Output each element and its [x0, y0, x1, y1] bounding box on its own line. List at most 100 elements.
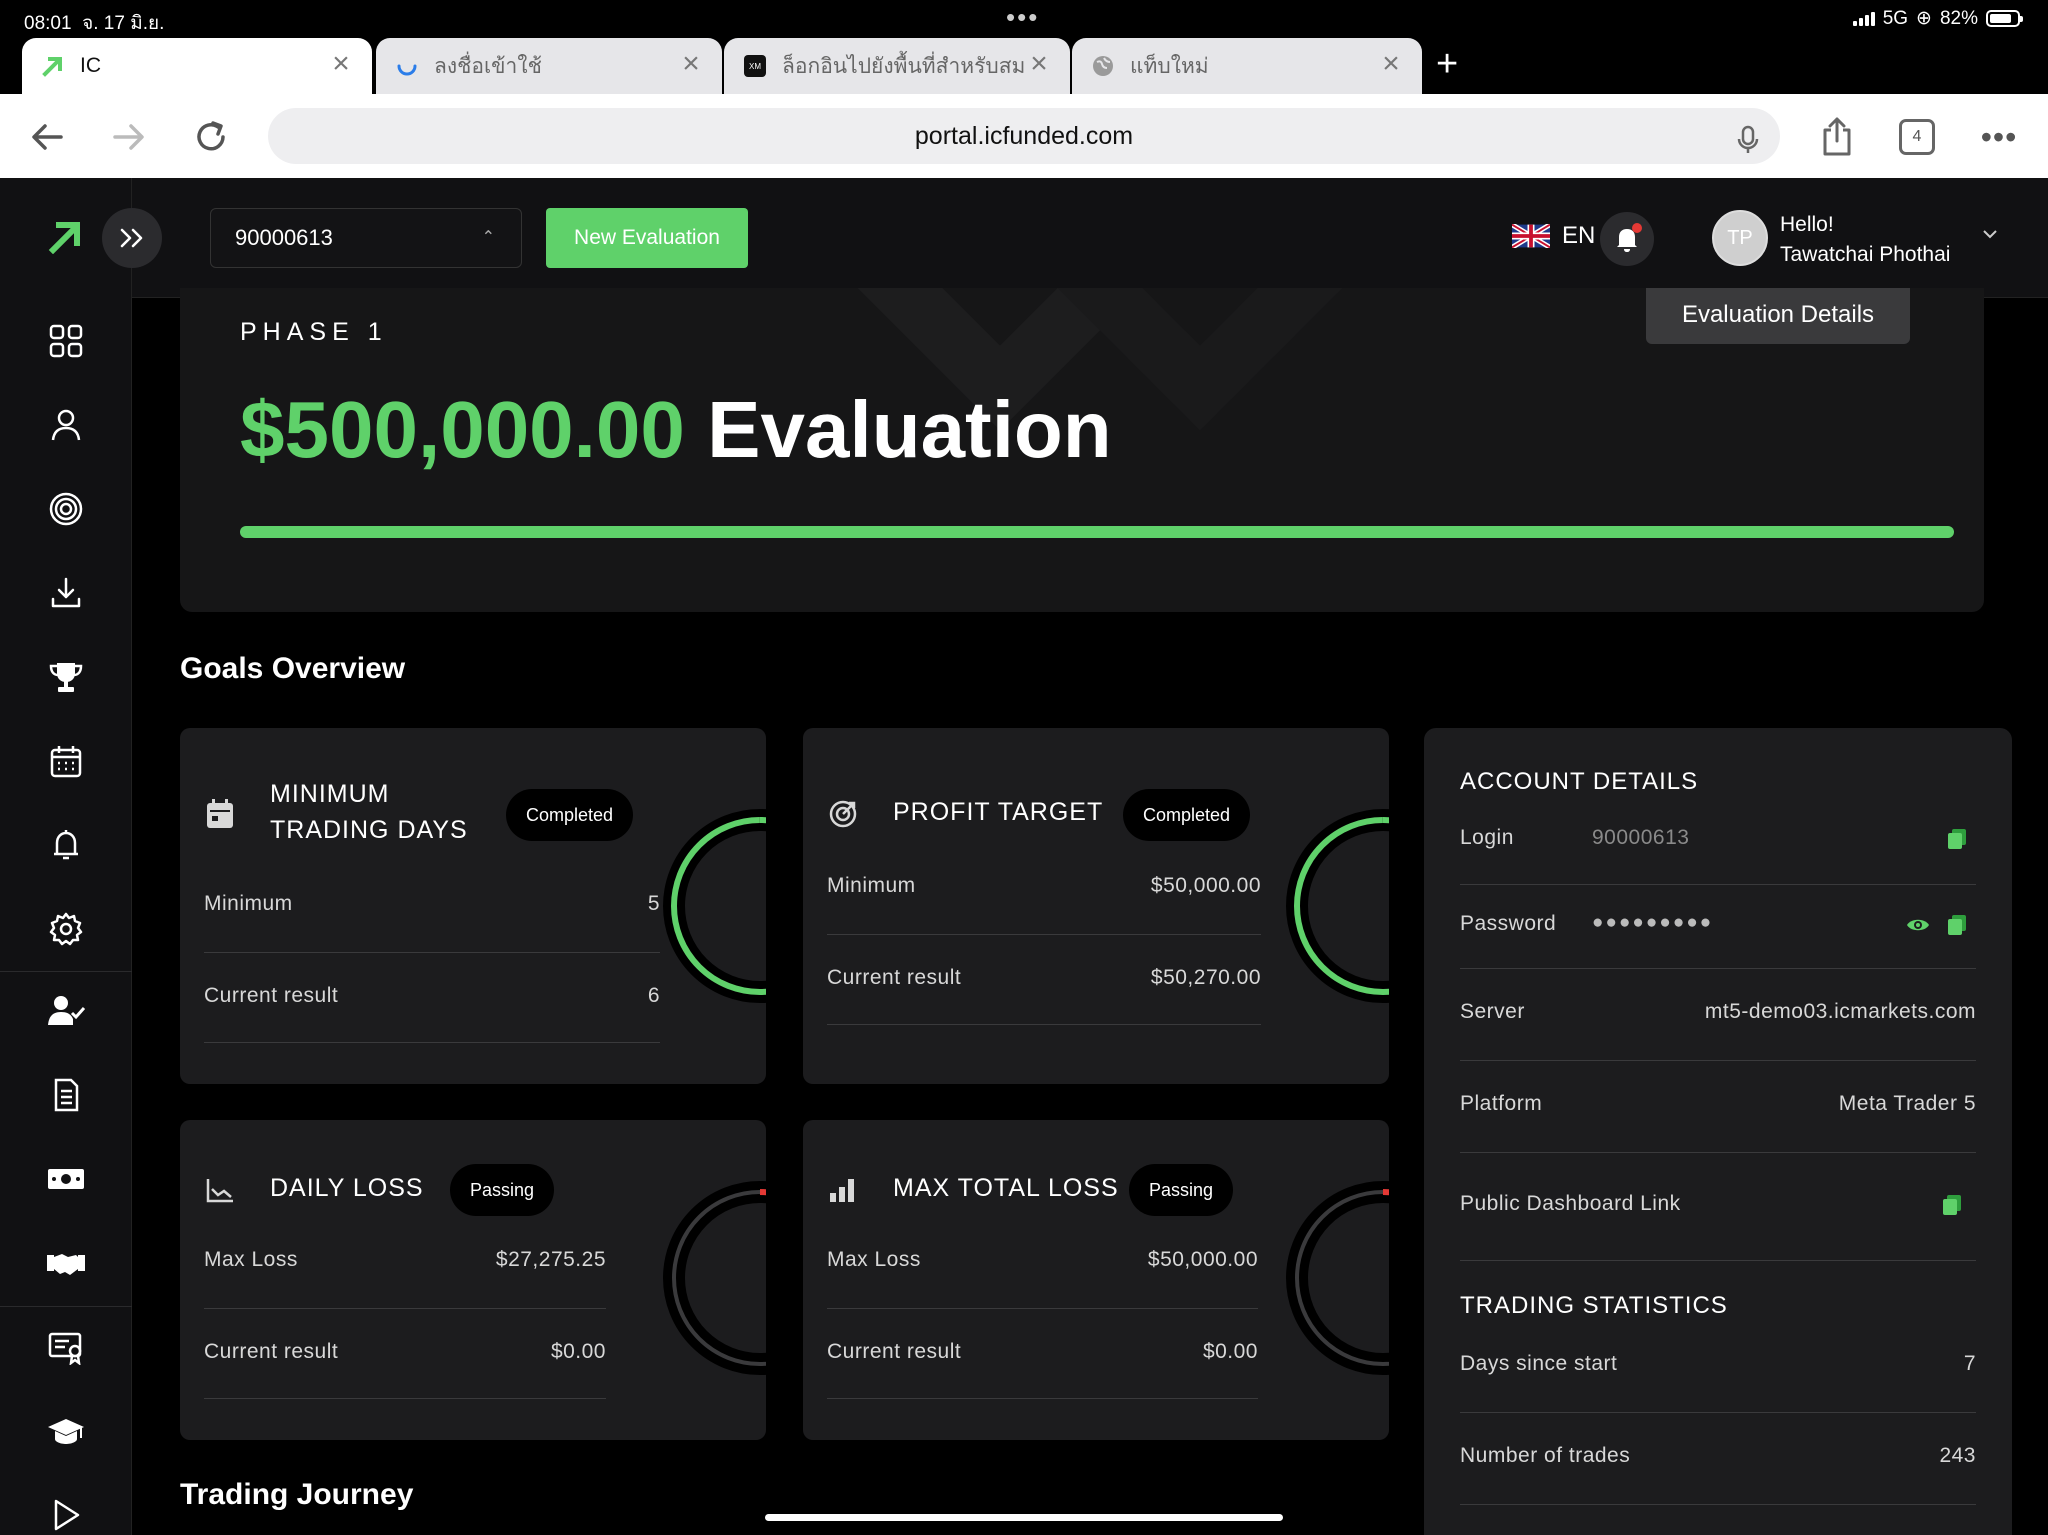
divider [204, 1398, 606, 1399]
notifications-button[interactable] [1600, 212, 1654, 266]
current-result-value: $50,270.00 [1150, 966, 1261, 989]
share-icon[interactable] [1812, 112, 1862, 162]
dashboard-icon[interactable] [45, 320, 87, 362]
status-badge: Passing [1129, 1164, 1234, 1216]
copy-icon[interactable] [1947, 914, 1967, 936]
battery-icon [1986, 10, 2023, 27]
network-type: 5G [1882, 7, 1909, 29]
divider [827, 1024, 1261, 1025]
card-title: MAX TOTAL LOSS [893, 1174, 1119, 1202]
browser-toolbar: portal.icfunded.com 4 ••• [0, 94, 2048, 178]
browser-tab[interactable]: XM ล็อกอินไปยังพื้นที่สำหรับสมา × [724, 38, 1070, 94]
calendar-icon[interactable] [45, 740, 87, 782]
divider [827, 1398, 1258, 1399]
new-evaluation-button[interactable]: New Evaluation [546, 208, 748, 268]
user-check-icon[interactable] [45, 990, 87, 1032]
more-options-icon[interactable]: ••• [1974, 112, 2024, 162]
line-chart-icon [204, 1174, 236, 1206]
browser-tab[interactable]: แท็บใหม่ × [1072, 38, 1422, 94]
new-tab-button[interactable]: + [1436, 44, 1458, 84]
sidebar-divider [0, 1306, 132, 1307]
language-selector[interactable]: EN [1512, 222, 1595, 250]
evaluation-title-suffix: Evaluation [707, 385, 1112, 474]
address-bar[interactable]: portal.icfunded.com [268, 108, 1780, 164]
download-icon[interactable] [45, 572, 87, 614]
daily-loss-card: DAILY LOSS Passing Max Loss $27,275.25 C… [180, 1120, 766, 1440]
bar-chart-icon [827, 1174, 859, 1206]
minimum-label: Minimum [827, 874, 916, 897]
browser-tab[interactable]: ลงชื่อเข้าใช้ × [376, 38, 722, 94]
server-value: mt5-demo03.icmarkets.com [1704, 1000, 1976, 1023]
gear-icon[interactable] [45, 908, 87, 950]
trophy-icon[interactable] [45, 656, 87, 698]
app-logo-icon[interactable] [48, 218, 84, 254]
platform-label: Platform [1460, 1092, 1543, 1115]
divider [1460, 1260, 1976, 1261]
close-tab-icon[interactable]: × [1378, 49, 1404, 79]
microphone-icon[interactable] [1732, 120, 1764, 153]
loss-gauge [1286, 1181, 1389, 1375]
divider [204, 1042, 660, 1043]
avatar[interactable]: TP [1712, 210, 1768, 266]
chevron-updown-icon: ⌃ [481, 229, 495, 246]
max-loss-value: $27,275.25 [495, 1248, 606, 1271]
tab-label: ล็อกอินไปยังพื้นที่สำหรับสมา [782, 54, 1026, 78]
sidebar-divider [0, 971, 132, 972]
close-tab-icon[interactable]: × [678, 49, 704, 79]
greeting-text: Hello! [1780, 213, 1834, 236]
reload-button[interactable] [186, 112, 236, 162]
eye-icon[interactable] [1906, 914, 1930, 936]
app: 90000613 ⌃ New Evaluation EN TP Hello! T… [0, 178, 2048, 1535]
copy-icon[interactable] [1942, 1194, 1962, 1216]
login-label: Login [1460, 826, 1514, 849]
password-value: ●●●●●●●●● [1592, 912, 1714, 933]
multitasking-dots-icon[interactable]: ••• [1006, 2, 1039, 33]
tab-label: แท็บใหม่ [1130, 54, 1209, 78]
bell-icon[interactable] [45, 824, 87, 866]
target-icon [827, 798, 859, 830]
graduation-cap-icon[interactable] [45, 1410, 87, 1452]
divider [1460, 1152, 1976, 1153]
certificate-icon[interactable] [45, 1326, 87, 1368]
user-greeting[interactable]: Hello! Tawatchai Phothai [1780, 210, 1950, 270]
max-loss-value: $50,000.00 [1147, 1248, 1258, 1271]
home-indicator[interactable] [765, 1514, 1283, 1521]
notification-dot [1632, 223, 1642, 233]
current-result-value: 6 [647, 984, 660, 1007]
card-title: DAILY LOSS [270, 1174, 424, 1202]
status-date: จ. 17 มิ.ย. [82, 13, 165, 34]
main-content: PHASE 1 $500,000.00 Evaluation Evaluatio… [132, 288, 2048, 1535]
status-badge: Completed [1123, 789, 1251, 841]
money-icon[interactable] [45, 1158, 87, 1200]
minimum-value: $50,000.00 [1150, 874, 1261, 897]
copy-icon[interactable] [1947, 828, 1967, 850]
handshake-icon[interactable] [45, 1242, 87, 1284]
user-icon[interactable] [45, 404, 87, 446]
divider [827, 1308, 1258, 1309]
chevron-down-icon[interactable] [1982, 222, 1998, 245]
back-button[interactable] [22, 112, 72, 162]
close-tab-icon[interactable]: × [1026, 49, 1052, 79]
evaluation-details-button[interactable]: Evaluation Details [1646, 288, 1910, 344]
forward-button[interactable] [104, 112, 154, 162]
number-of-trades-label: Number of trades [1460, 1444, 1631, 1467]
document-icon[interactable] [45, 1074, 87, 1116]
status-badge: Passing [450, 1164, 555, 1216]
play-icon[interactable] [45, 1494, 87, 1535]
min-trading-days-card: MINIMUM TRADING DAYS Completed Minimum 5… [180, 728, 766, 1084]
divider [1460, 1504, 1976, 1505]
expand-sidebar-button[interactable] [102, 208, 162, 268]
server-label: Server [1460, 1000, 1525, 1023]
divider [827, 934, 1261, 935]
battery-percent: 82% [1939, 7, 1978, 29]
max-total-loss-card: MAX TOTAL LOSS Passing Max Loss $50,000.… [803, 1120, 1389, 1440]
account-select[interactable]: 90000613 ⌃ [210, 208, 522, 268]
target-icon[interactable] [45, 488, 87, 530]
loading-spinner-icon [394, 53, 420, 79]
tabs-overview-button[interactable]: 4 [1892, 112, 1942, 162]
browser-tab[interactable]: IC × [22, 38, 372, 94]
current-result-label: Current result [827, 966, 962, 989]
tab-label: IC [80, 54, 101, 77]
evaluation-hero: PHASE 1 $500,000.00 Evaluation Evaluatio… [180, 288, 1984, 612]
close-tab-icon[interactable]: × [328, 49, 354, 79]
